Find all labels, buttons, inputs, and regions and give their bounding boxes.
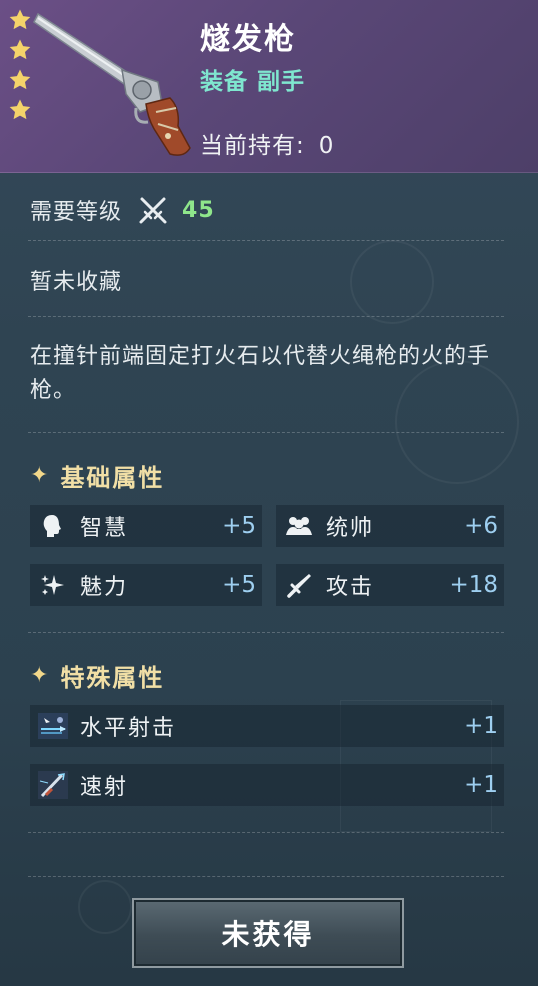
rapid-fire-icon [38, 770, 68, 800]
required-level-value: 45 [182, 197, 215, 223]
special-attributes-title: 特殊属性 [60, 664, 165, 692]
item-name: 燧发枪 [200, 22, 296, 57]
divider [28, 632, 504, 633]
background-ornament [350, 240, 434, 324]
attr-wisdom: 智慧 +5 [30, 505, 262, 547]
holding-value: 0 [318, 133, 335, 159]
holding-count: 当前持有: 0 [200, 126, 334, 160]
attr-value: +5 [222, 572, 256, 598]
star-icon [9, 99, 31, 120]
background-ornament [78, 880, 132, 934]
required-level-row: 需要等级 45 [30, 194, 215, 226]
attr-label: 魅力 [80, 575, 129, 600]
flintlock-pistol-icon [33, 12, 191, 156]
not-obtained-button[interactable]: 未获得 [132, 898, 404, 968]
sparkle-icon [38, 570, 68, 600]
star-icon [9, 39, 31, 60]
item-header: 燧发枪 装备 副手 当前持有: 0 [0, 0, 538, 173]
crossed-swords-icon [139, 197, 167, 224]
horizontal-shot-icon [38, 711, 68, 741]
attr-value: +18 [449, 572, 498, 598]
collection-status: 暂未收藏 [30, 270, 123, 295]
sparkle-icon: ✦ [30, 663, 51, 688]
divider [28, 876, 504, 877]
holding-label: 当前持有: [200, 133, 305, 159]
attr-command: 统帅 +6 [276, 505, 504, 547]
divider [28, 240, 504, 241]
divider [28, 316, 504, 317]
attr-label: 速射 [80, 775, 129, 800]
attr-attack: 攻击 +18 [276, 564, 504, 606]
attr-value: +5 [222, 513, 256, 539]
attr-label: 水平射击 [80, 716, 177, 741]
attr-rapid-fire: 速射 +1 [30, 764, 504, 806]
divider [28, 832, 504, 833]
star-icon [9, 69, 31, 90]
sparkle-icon: ✦ [30, 463, 51, 488]
sword-icon [284, 570, 314, 600]
attr-label: 统帅 [326, 516, 375, 541]
people-icon [284, 511, 314, 541]
basic-attributes-header: ✦ 基础属性 [30, 458, 164, 493]
attr-value: +6 [464, 513, 498, 539]
required-level-label: 需要等级 [30, 200, 123, 225]
item-description: 在撞针前端固定打火石以代替火绳枪的火的手枪。 [30, 344, 491, 403]
attr-horizontal-shot: 水平射击 +1 [30, 705, 504, 747]
attr-charm: 魅力 +5 [30, 564, 262, 606]
item-type: 装备 副手 [200, 69, 306, 95]
item-detail-panel: 燧发枪 装备 副手 当前持有: 0 需要等级 45 暂未收藏 在撞针前端固定打火石… [0, 0, 538, 986]
attr-label: 智慧 [80, 516, 129, 541]
attr-value: +1 [464, 713, 498, 739]
special-attributes-header: ✦ 特殊属性 [30, 658, 164, 693]
star-icon [9, 9, 31, 30]
attr-value: +1 [464, 772, 498, 798]
head-icon [38, 511, 68, 541]
attr-label: 攻击 [326, 575, 375, 600]
basic-attributes-title: 基础属性 [60, 464, 165, 492]
divider [28, 432, 504, 433]
